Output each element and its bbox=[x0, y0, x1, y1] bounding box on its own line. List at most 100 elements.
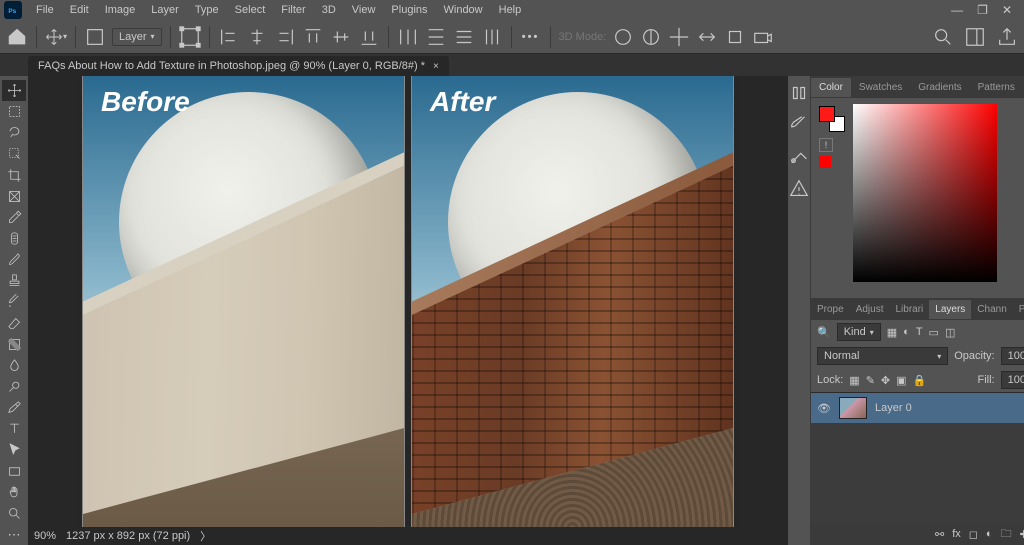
lasso-tool[interactable] bbox=[2, 122, 26, 143]
color-swatch-pair[interactable] bbox=[819, 106, 845, 132]
history-brush-tool[interactable] bbox=[2, 291, 26, 312]
warning-panel-icon[interactable] bbox=[788, 178, 810, 200]
share-icon[interactable] bbox=[996, 26, 1018, 48]
more-options-icon[interactable]: ••• bbox=[520, 26, 542, 48]
visibility-icon[interactable]: 👁 bbox=[817, 402, 831, 415]
distribute-h-icon[interactable] bbox=[397, 26, 419, 48]
menu-help[interactable]: Help bbox=[491, 1, 530, 19]
tab-layers[interactable]: Layers bbox=[929, 300, 971, 319]
home-button[interactable] bbox=[6, 26, 28, 48]
distribute-4-icon[interactable] bbox=[481, 26, 503, 48]
tab-properties[interactable]: Prope bbox=[811, 300, 850, 319]
dodge-tool[interactable] bbox=[2, 376, 26, 397]
path-select-tool[interactable] bbox=[2, 439, 26, 460]
search-icon[interactable] bbox=[932, 26, 954, 48]
group-icon[interactable]: 🗀 bbox=[1001, 525, 1012, 544]
menu-edit[interactable]: Edit bbox=[62, 1, 97, 19]
lock-position-icon[interactable]: ✥ bbox=[881, 374, 890, 387]
eyedropper-tool[interactable] bbox=[2, 207, 26, 228]
edit-toolbar-icon[interactable]: ⋯ bbox=[2, 524, 26, 545]
menu-image[interactable]: Image bbox=[97, 1, 144, 19]
lock-transparency-icon[interactable]: ▦ bbox=[849, 374, 859, 387]
marquee-tool[interactable] bbox=[2, 101, 26, 122]
hand-tool[interactable] bbox=[2, 482, 26, 503]
align-left-icon[interactable] bbox=[218, 26, 240, 48]
align-center-h-icon[interactable] bbox=[246, 26, 268, 48]
zoom-tool[interactable] bbox=[2, 503, 26, 524]
new-layer-icon[interactable]: ✚ bbox=[1020, 528, 1024, 541]
tab-paths[interactable]: Paths bbox=[1013, 300, 1024, 319]
window-minimize-icon[interactable]: — bbox=[951, 3, 963, 17]
search-icon-small[interactable]: 🔍 bbox=[817, 326, 831, 339]
window-close-icon[interactable]: ✕ bbox=[1002, 3, 1012, 17]
filter-adjust-icon[interactable]: ◐ bbox=[903, 326, 910, 338]
move-tool-icon[interactable]: ▾ bbox=[45, 26, 67, 48]
layer-filter-kind[interactable]: Kind▾ bbox=[837, 323, 881, 341]
filter-shape-icon[interactable]: ▭ bbox=[929, 326, 939, 339]
color-field[interactable] bbox=[853, 104, 997, 282]
filter-smart-icon[interactable]: ◫ bbox=[945, 326, 955, 339]
layer-item[interactable]: 👁 Layer 0 bbox=[811, 393, 1024, 423]
canvas-area[interactable]: Before After bbox=[28, 76, 788, 527]
brush-panel-icon[interactable] bbox=[788, 114, 810, 136]
align-center-v-icon[interactable] bbox=[330, 26, 352, 48]
status-chevron-icon[interactable]: 〉 bbox=[200, 528, 211, 544]
stamp-tool[interactable] bbox=[2, 270, 26, 291]
menu-3d[interactable]: 3D bbox=[314, 1, 344, 19]
gradient-tool[interactable] bbox=[2, 334, 26, 355]
tab-patterns[interactable]: Patterns bbox=[970, 78, 1023, 97]
rectangle-tool[interactable] bbox=[2, 461, 26, 482]
blend-mode-dropdown[interactable]: Normal▾ bbox=[817, 347, 948, 365]
align-right-icon[interactable] bbox=[274, 26, 296, 48]
layer-fx-icon[interactable]: fx bbox=[952, 528, 961, 540]
menu-select[interactable]: Select bbox=[227, 1, 274, 19]
object-select-tool[interactable] bbox=[2, 143, 26, 164]
menu-view[interactable]: View bbox=[344, 1, 384, 19]
brush-tool[interactable] bbox=[2, 249, 26, 270]
tab-gradients[interactable]: Gradients bbox=[910, 78, 969, 97]
menu-layer[interactable]: Layer bbox=[143, 1, 187, 19]
healing-tool[interactable] bbox=[2, 228, 26, 249]
move-tool[interactable] bbox=[2, 80, 26, 101]
distribute-3-icon[interactable] bbox=[453, 26, 475, 48]
layer-name[interactable]: Layer 0 bbox=[875, 402, 912, 414]
fill-input[interactable]: 100%▾ bbox=[1001, 371, 1024, 389]
auto-select-icon[interactable] bbox=[84, 26, 106, 48]
crop-tool[interactable] bbox=[2, 165, 26, 186]
menu-plugins[interactable]: Plugins bbox=[383, 1, 435, 19]
tab-swatches[interactable]: Swatches bbox=[851, 78, 910, 97]
filter-type-icon[interactable]: T bbox=[916, 326, 923, 338]
tab-color[interactable]: Color bbox=[811, 78, 851, 97]
gamut-color-icon[interactable] bbox=[819, 156, 831, 168]
tab-channels[interactable]: Chann bbox=[971, 300, 1012, 319]
workspace-icon[interactable] bbox=[964, 26, 986, 48]
gamut-warning-icon[interactable]: ! bbox=[819, 138, 833, 152]
document-tab[interactable]: FAQs About How to Add Texture in Photosh… bbox=[28, 56, 449, 76]
menu-file[interactable]: File bbox=[28, 1, 62, 19]
align-top-icon[interactable] bbox=[302, 26, 324, 48]
distribute-v-icon[interactable] bbox=[425, 26, 447, 48]
eraser-tool[interactable] bbox=[2, 313, 26, 334]
history-panel-icon[interactable] bbox=[788, 146, 810, 168]
close-tab-icon[interactable]: × bbox=[433, 61, 439, 72]
lock-all-icon[interactable]: 🔒 bbox=[913, 374, 927, 387]
menu-filter[interactable]: Filter bbox=[273, 1, 313, 19]
zoom-level[interactable]: 90% bbox=[34, 530, 56, 542]
align-bottom-icon[interactable] bbox=[358, 26, 380, 48]
pen-tool[interactable] bbox=[2, 397, 26, 418]
blur-tool[interactable] bbox=[2, 355, 26, 376]
transform-controls-icon[interactable] bbox=[179, 26, 201, 48]
auto-select-dropdown[interactable]: Layer▾ bbox=[112, 28, 162, 46]
layer-mask-icon[interactable]: ◻ bbox=[969, 528, 978, 541]
layer-thumbnail[interactable] bbox=[839, 397, 867, 419]
collapse-panel-icon[interactable] bbox=[788, 82, 810, 104]
opacity-input[interactable]: 100%▾ bbox=[1001, 347, 1024, 365]
tab-libraries[interactable]: Librari bbox=[889, 300, 929, 319]
window-restore-icon[interactable]: ❐ bbox=[977, 3, 988, 17]
type-tool[interactable] bbox=[2, 418, 26, 439]
tab-adjustments[interactable]: Adjust bbox=[850, 300, 890, 319]
filter-pixel-icon[interactable]: ▦ bbox=[887, 326, 897, 339]
link-layers-icon[interactable]: ⚯ bbox=[935, 528, 944, 541]
lock-image-icon[interactable]: ✎ bbox=[866, 374, 875, 387]
frame-tool[interactable] bbox=[2, 186, 26, 207]
